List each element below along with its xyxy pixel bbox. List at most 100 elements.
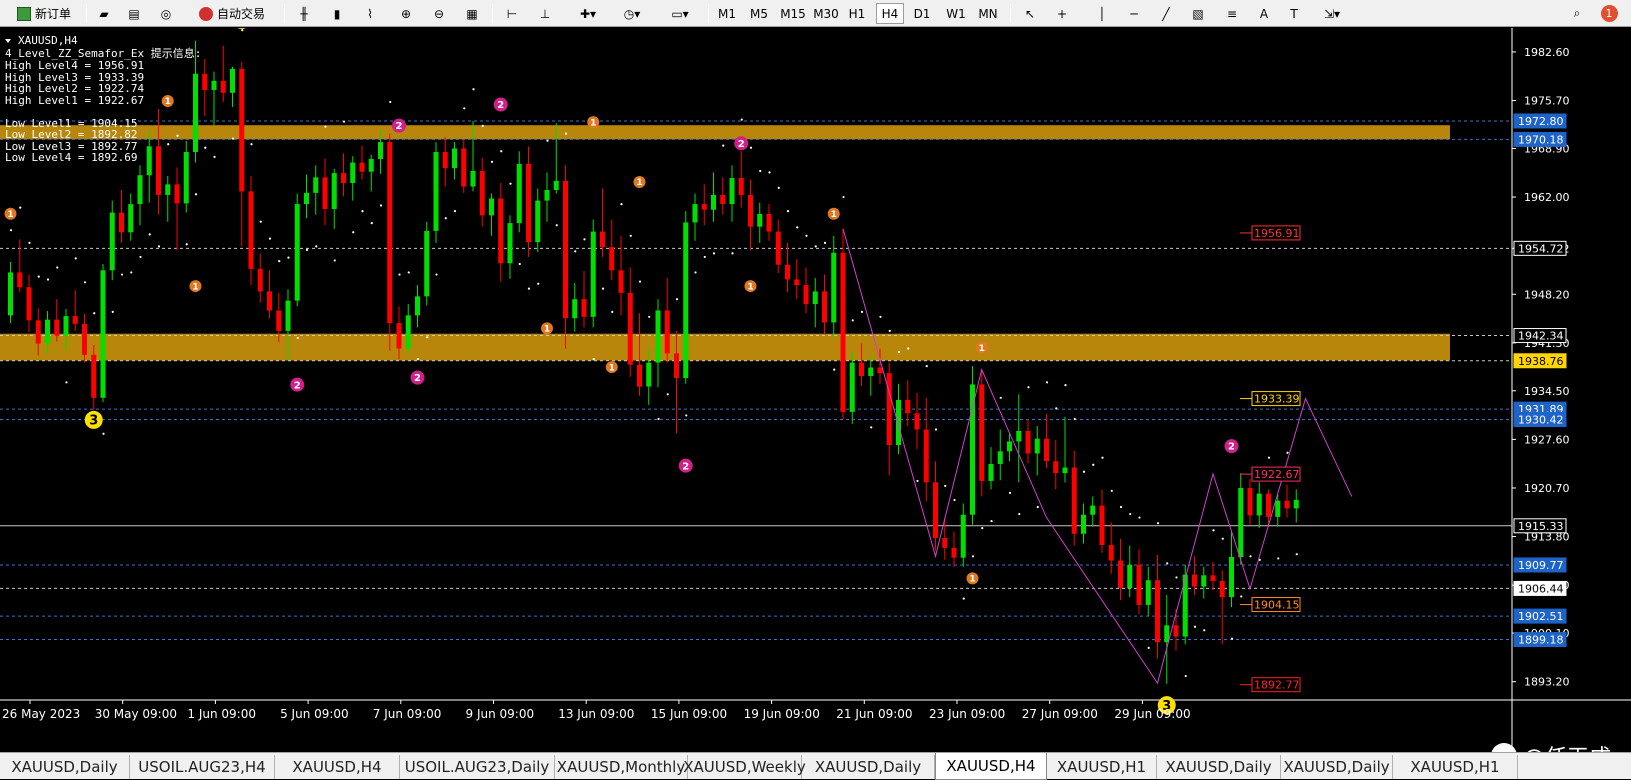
tile-windows-icon[interactable]: ▦ <box>460 3 484 24</box>
price-chart[interactable]: 332222222311111111111 1956.911933.391922… <box>0 11 1631 771</box>
search-icon[interactable]: ⌕ <box>1565 3 1589 24</box>
zoom-out-icon[interactable]: ⊖ <box>427 3 451 24</box>
navigator-icon[interactable]: ◎ <box>154 3 178 24</box>
candle <box>1173 609 1179 651</box>
notifications-icon[interactable]: 1 <box>1596 3 1622 24</box>
candle <box>1071 450 1077 546</box>
candle-body <box>45 319 50 344</box>
auto-trade-button[interactable]: 自动交易 <box>187 3 277 24</box>
candle-body <box>276 310 282 331</box>
sar-dot <box>287 256 290 259</box>
chart-tab[interactable]: XAUUSD,Daily <box>0 755 130 779</box>
chart-tab[interactable]: XAUUSD,H4 <box>935 753 1047 780</box>
candle-body <box>257 268 263 292</box>
chart-tab[interactable]: USOIL.AUG23,Daily <box>400 755 555 779</box>
collapse-triangle-icon[interactable] <box>5 39 11 43</box>
timeframe-h1[interactable]: H1 <box>845 3 869 24</box>
sar-dot <box>897 350 901 354</box>
level-label-text: 1922.67 <box>1254 468 1300 481</box>
sar-dot <box>842 195 845 199</box>
candle <box>748 179 753 250</box>
candle <box>794 259 800 300</box>
sar-dot <box>130 271 133 274</box>
cursor-icon[interactable]: ↖ <box>1018 3 1042 24</box>
sar-dot <box>259 220 262 223</box>
timeframe-d1[interactable]: D1 <box>910 3 934 24</box>
sar-dot <box>1018 512 1021 516</box>
crosshair-icon[interactable]: + <box>1050 3 1074 24</box>
zigzag-line <box>842 228 1353 685</box>
price-highlight: 1930.42 <box>1513 412 1567 428</box>
candle-body <box>146 146 152 176</box>
timeframe-m1[interactable]: M1 <box>714 3 740 24</box>
market-watch-icon[interactable]: ▰ <box>92 3 116 24</box>
candle <box>119 190 124 243</box>
candle <box>951 531 957 567</box>
candle <box>1201 566 1207 599</box>
level-label: 1892.77 <box>1240 677 1301 693</box>
periods-icon[interactable]: ◷▾ <box>614 3 650 24</box>
data-window-icon[interactable]: ▤ <box>122 3 146 24</box>
sar-dot <box>999 396 1002 399</box>
vertical-line-icon[interactable]: │ <box>1090 3 1114 24</box>
chart-tab[interactable]: XAUUSD,Monthly <box>555 755 688 779</box>
candle <box>683 211 689 384</box>
candlestick-icon[interactable]: ▮ <box>325 3 349 24</box>
chart-tab[interactable]: USOIL.AUG23,H4 <box>130 755 275 779</box>
candle-body <box>905 399 911 414</box>
arrows-icon[interactable]: ⇲▾ <box>1312 3 1352 24</box>
new-order-button[interactable]: 新订单 <box>6 3 82 24</box>
candle <box>1099 489 1105 553</box>
candle-body <box>82 323 87 355</box>
candle <box>1247 478 1253 525</box>
candle <box>507 215 513 279</box>
candle <box>267 270 272 319</box>
semafor-number: 1 <box>969 575 975 585</box>
indicators-icon[interactable]: ✚▾ <box>570 3 606 24</box>
price-highlight: 1938.76 <box>1513 353 1567 369</box>
chart-tab[interactable]: XAUUSD,H1 <box>1393 755 1518 779</box>
text-label-icon[interactable]: T <box>1282 3 1306 24</box>
sar-dot <box>527 287 531 290</box>
chart-canvas[interactable]: 332222222311111111111 1956.911933.391922… <box>0 11 1631 752</box>
chart-tab[interactable]: XAUUSD,Daily <box>1281 755 1393 779</box>
candle <box>424 221 430 306</box>
candle-body <box>683 222 689 379</box>
time-tick-label: 21 Jun 09:00 <box>836 707 912 721</box>
autoscroll-icon[interactable]: ⊥ <box>533 3 557 24</box>
line-chart-icon[interactable]: ⌇ <box>358 3 382 24</box>
timeframe-h4[interactable]: H4 <box>876 3 904 24</box>
timeframe-m15[interactable]: M15 <box>778 3 808 24</box>
timeframe-m5[interactable]: M5 <box>746 3 772 24</box>
timeframe-w1[interactable]: W1 <box>942 3 970 24</box>
chart-tab[interactable]: XAUUSD,H4 <box>275 755 400 779</box>
text-icon[interactable]: A <box>1252 3 1276 24</box>
horizontal-line-icon[interactable]: ─ <box>1122 3 1146 24</box>
chart-tab[interactable]: XAUUSD,H1 <box>1047 755 1157 779</box>
sar-dot <box>19 206 22 209</box>
fibonacci-icon[interactable]: ≡ <box>1220 3 1244 24</box>
chart-tab[interactable]: XAUUSD,Daily <box>802 755 935 779</box>
sar-dot <box>555 224 558 227</box>
candle <box>294 193 300 307</box>
equidistant-channel-icon[interactable]: ▧ <box>1186 3 1210 24</box>
candle-body <box>711 194 716 210</box>
chart-shift-icon[interactable]: ⊢ <box>500 3 524 24</box>
candle-body <box>914 413 920 430</box>
timeframe-m30[interactable]: M30 <box>811 3 841 24</box>
timeframe-mn[interactable]: MN <box>974 3 1002 24</box>
semafor-level-1: 1 <box>4 207 17 220</box>
chart-tab[interactable]: XAUUSD,Daily <box>1157 755 1281 779</box>
bar-chart-icon[interactable]: ╫ <box>292 3 316 24</box>
candle-body <box>378 142 383 160</box>
trendline-icon[interactable]: ╱ <box>1154 3 1178 24</box>
candle-body <box>322 177 328 210</box>
templates-icon[interactable]: ▭▾ <box>660 3 700 24</box>
sar-dot <box>537 282 540 285</box>
zoom-in-icon[interactable]: ⊕ <box>394 3 418 24</box>
sar-dot <box>185 243 188 246</box>
candle-body <box>452 148 457 169</box>
semafor-number: 2 <box>497 100 504 111</box>
sar-dot <box>46 278 50 281</box>
chart-tab[interactable]: XAUUSD,Weekly <box>683 755 806 779</box>
